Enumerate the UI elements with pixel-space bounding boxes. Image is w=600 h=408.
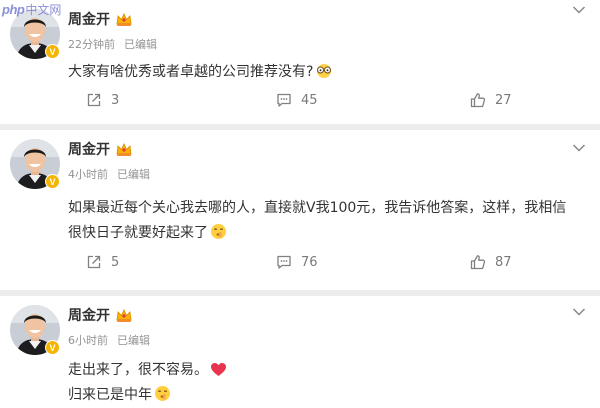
content-line: 如果最近每个关心我去哪的人，直接就V我100元，我告诉他答案，这样，我相信 (68, 200, 567, 216)
watermark-chinese: 中文网 (25, 3, 62, 17)
repost-count: 5 (111, 254, 120, 270)
repost-icon (87, 255, 101, 269)
site-watermark: php 中文网 (2, 1, 61, 18)
comment-icon (277, 93, 291, 107)
like-count: 87 (495, 254, 512, 270)
repost-icon (87, 93, 101, 107)
verified-badge-icon: V (45, 340, 60, 355)
comment-icon (277, 255, 291, 269)
edited-label: 已编辑 (124, 38, 157, 51)
like-count: 27 (495, 92, 512, 108)
repost-button[interactable]: 3 (86, 92, 119, 108)
content-line: 走出来了，很不容易。 (68, 362, 208, 378)
comment-count: 76 (301, 254, 318, 270)
shushing-face-emoji-icon (155, 386, 170, 401)
red-heart-emoji-icon (211, 363, 226, 376)
like-button[interactable]: 27 (470, 92, 512, 108)
post-card: V 周金开 6小时前 已编辑 走出来了，很不容易。 归来已是中年 (0, 296, 600, 408)
crown-badge-icon (116, 143, 132, 156)
post-actions: 3 45 27 (0, 92, 600, 112)
post-card: V 周金开 22分钟前 已编辑 大家有啥优秀或者卓越的公司推荐没有? 3 45 … (0, 0, 600, 124)
repost-button[interactable]: 5 (86, 254, 119, 270)
verified-badge-icon: V (45, 44, 60, 59)
edited-label: 已编辑 (117, 334, 150, 347)
post-time[interactable]: 22分钟前 (68, 38, 115, 51)
thumbs-up-icon (470, 255, 486, 270)
post-meta: 4小时前 已编辑 (68, 166, 150, 182)
crown-badge-icon (116, 13, 132, 26)
post-meta: 6小时前 已编辑 (68, 332, 150, 348)
edited-label: 已编辑 (117, 168, 150, 181)
comment-count: 45 (301, 92, 318, 108)
watermark-latin: php (2, 2, 25, 17)
post-content: 大家有啥优秀或者卓越的公司推荐没有? (68, 60, 588, 85)
chevron-down-icon[interactable] (572, 307, 586, 317)
content-line: 大家有啥优秀或者卓越的公司推荐没有? (68, 64, 314, 80)
post-actions: 5 76 87 (0, 254, 600, 274)
chevron-down-icon[interactable] (572, 5, 586, 15)
author-name[interactable]: 周金开 (68, 9, 110, 29)
verified-badge-icon: V (45, 174, 60, 189)
content-line: 归来已是中年 (68, 387, 152, 403)
thinking-glasses-emoji-icon (317, 64, 332, 78)
post-time[interactable]: 6小时前 (68, 334, 108, 347)
post-content: 走出来了，很不容易。 归来已是中年 (68, 358, 588, 408)
post-meta: 22分钟前 已编辑 (68, 36, 157, 52)
content-line: 很快日子就要好起来了 (68, 225, 208, 241)
post-card: V 周金开 4小时前 已编辑 如果最近每个关心我去哪的人，直接就V我100元，我告… (0, 130, 600, 290)
post-content: 如果最近每个关心我去哪的人，直接就V我100元，我告诉他答案，这样，我相信 很快… (68, 196, 588, 246)
chevron-down-icon[interactable] (572, 143, 586, 153)
author-name[interactable]: 周金开 (68, 139, 110, 159)
repost-count: 3 (111, 92, 120, 108)
thumbs-up-icon (470, 93, 486, 108)
author-name[interactable]: 周金开 (68, 305, 110, 325)
comment-button[interactable]: 45 (276, 92, 318, 108)
crown-badge-icon (116, 309, 132, 322)
comment-button[interactable]: 76 (276, 254, 318, 270)
post-time[interactable]: 4小时前 (68, 168, 108, 181)
shushing-face-emoji-icon (211, 224, 226, 239)
like-button[interactable]: 87 (470, 254, 512, 270)
